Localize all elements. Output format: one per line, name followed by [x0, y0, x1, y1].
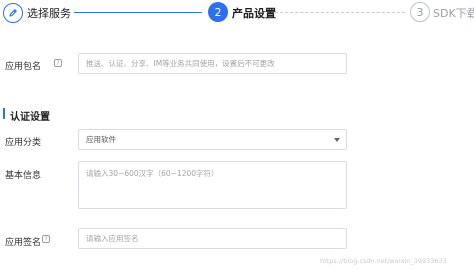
step-1-label: 选择服务: [27, 7, 71, 20]
package-name-placeholder: 推送、认证、分享、IM等业务共同使用，设置后不可更改: [86, 59, 275, 68]
watermark-text: https://blog.csdn.net/weixin_39933633: [320, 257, 447, 265]
basic-info-label: 基本信息: [5, 171, 42, 181]
section-accent-bar: [3, 108, 5, 119]
signature-input[interactable]: 请输入应用签名: [78, 228, 347, 249]
step-2-circle: 2: [208, 2, 228, 22]
signature-label: 应用签名: [5, 238, 42, 248]
package-name-input[interactable]: 推送、认证、分享、IM等业务共同使用，设置后不可更改: [78, 53, 347, 74]
step-connector-done: [74, 12, 202, 13]
step-3-label: SDK下载: [433, 7, 474, 20]
basic-info-textarea[interactable]: 请输入30~600汉字（60~1200字符）: [78, 161, 347, 209]
help-icon[interactable]: ?: [54, 59, 62, 67]
category-select[interactable]: 应用软件: [78, 129, 347, 150]
step-2-label: 产品设置: [232, 7, 276, 20]
basic-info-placeholder: 请输入30~600汉字（60~1200字符）: [86, 169, 219, 178]
step-3-circle: 3: [410, 2, 430, 22]
category-label: 应用分类: [5, 138, 42, 148]
category-selected-value: 应用软件: [86, 135, 116, 144]
help-icon[interactable]: ?: [42, 235, 50, 243]
caret-down-icon: [334, 137, 340, 142]
section-title: 认证设置: [10, 112, 50, 123]
signature-placeholder: 请输入应用签名: [86, 234, 139, 243]
package-name-label: 应用包名: [5, 62, 42, 72]
step-connector-pending: [275, 12, 405, 13]
step-1-circle: [3, 3, 23, 23]
pencil-icon: [9, 9, 17, 17]
